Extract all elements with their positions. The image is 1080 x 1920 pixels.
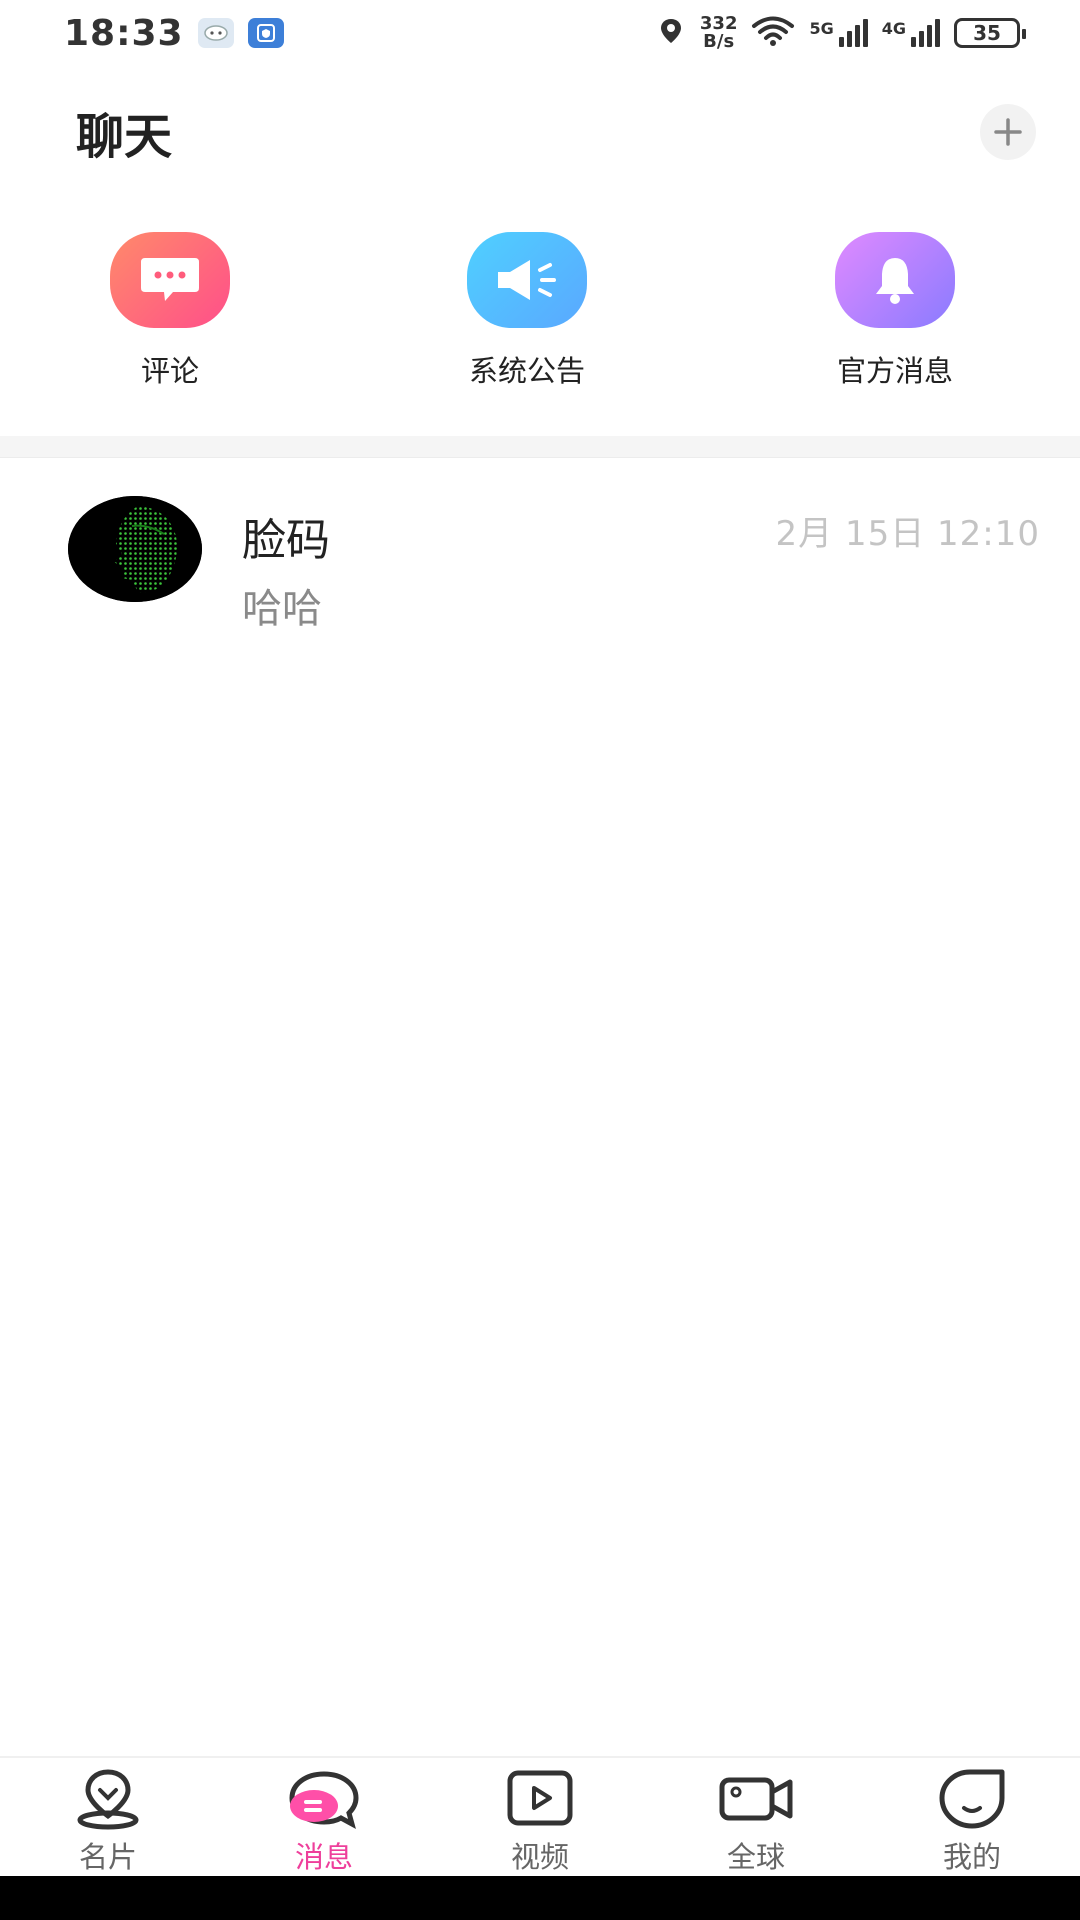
page-header: 聊天 xyxy=(0,92,1080,172)
megaphone-icon xyxy=(467,232,587,328)
wifi-icon xyxy=(751,15,795,51)
net-speed: 332 B/s xyxy=(700,15,738,51)
conversation-time: 2月 15日 12:10 xyxy=(775,514,1040,554)
nav-item-global[interactable]: 全球 xyxy=(676,1766,836,1876)
quick-entries: 评论 系统公告 官方消息 xyxy=(0,232,1080,392)
entry-system-notice[interactable]: 系统公告 xyxy=(427,232,627,390)
status-left: 18:33 xyxy=(64,13,284,54)
conversation-last-message: 哈哈 xyxy=(242,586,322,632)
avatar xyxy=(68,496,202,602)
network-4g-label: 4G xyxy=(881,19,906,38)
location-pin-icon xyxy=(69,1766,147,1832)
conversation-item[interactable]: 脸码 哈哈 2月 15日 12:10 xyxy=(0,490,1080,632)
entry-label: 官方消息 xyxy=(836,354,953,388)
system-navigation-bar xyxy=(0,1876,1080,1920)
comment-icon xyxy=(110,232,230,328)
network-5g-label: 5G xyxy=(809,19,834,38)
entry-label: 评论 xyxy=(140,354,199,388)
add-button[interactable] xyxy=(980,104,1036,160)
bell-icon xyxy=(835,232,955,328)
play-icon xyxy=(501,1766,579,1832)
plus-icon xyxy=(994,118,1022,146)
location-icon xyxy=(656,16,686,50)
signal-4g: 4G xyxy=(882,19,940,47)
net-speed-unit: B/s xyxy=(703,31,735,52)
notification-app-icon xyxy=(197,18,234,48)
profile-face-icon xyxy=(933,1766,1011,1832)
bottom-nav: 名片 消息 视频 全球 我的 xyxy=(0,1756,1080,1876)
nav-label: 名片 xyxy=(78,1840,137,1874)
entry-label: 系统公告 xyxy=(468,354,585,388)
nav-item-video[interactable]: 视频 xyxy=(460,1766,620,1876)
notification-shield-icon xyxy=(247,18,284,48)
entry-official-messages[interactable]: 官方消息 xyxy=(795,232,995,390)
nav-label: 消息 xyxy=(294,1840,353,1874)
status-right: 332 B/s 5G 4G 35 xyxy=(656,15,1026,51)
status-bar: 18:33 332 B/s 5G 4G 35 xyxy=(0,0,1080,66)
video-camera-icon xyxy=(717,1766,795,1832)
entry-comments[interactable]: 评论 xyxy=(70,232,270,390)
nav-item-mine[interactable]: 我的 xyxy=(892,1766,1052,1876)
page-title: 聊天 xyxy=(76,109,173,165)
nav-label: 我的 xyxy=(942,1840,1001,1874)
nav-item-card[interactable]: 名片 xyxy=(28,1766,188,1876)
nav-item-messages[interactable]: 消息 xyxy=(244,1766,404,1876)
nav-label: 全球 xyxy=(726,1840,785,1874)
section-divider xyxy=(0,436,1080,458)
chat-bubble-icon xyxy=(285,1766,363,1832)
status-time: 18:33 xyxy=(64,12,184,54)
nav-label: 视频 xyxy=(510,1840,569,1874)
conversation-body: 脸码 哈哈 2月 15日 12:10 xyxy=(242,490,1040,634)
signal-5g: 5G xyxy=(809,19,868,47)
battery-indicator: 35 xyxy=(954,18,1026,48)
app-screen: 18:33 332 B/s 5G 4G 35 聊天 评论 系统公告 官方消息 脸… xyxy=(0,0,1080,1920)
